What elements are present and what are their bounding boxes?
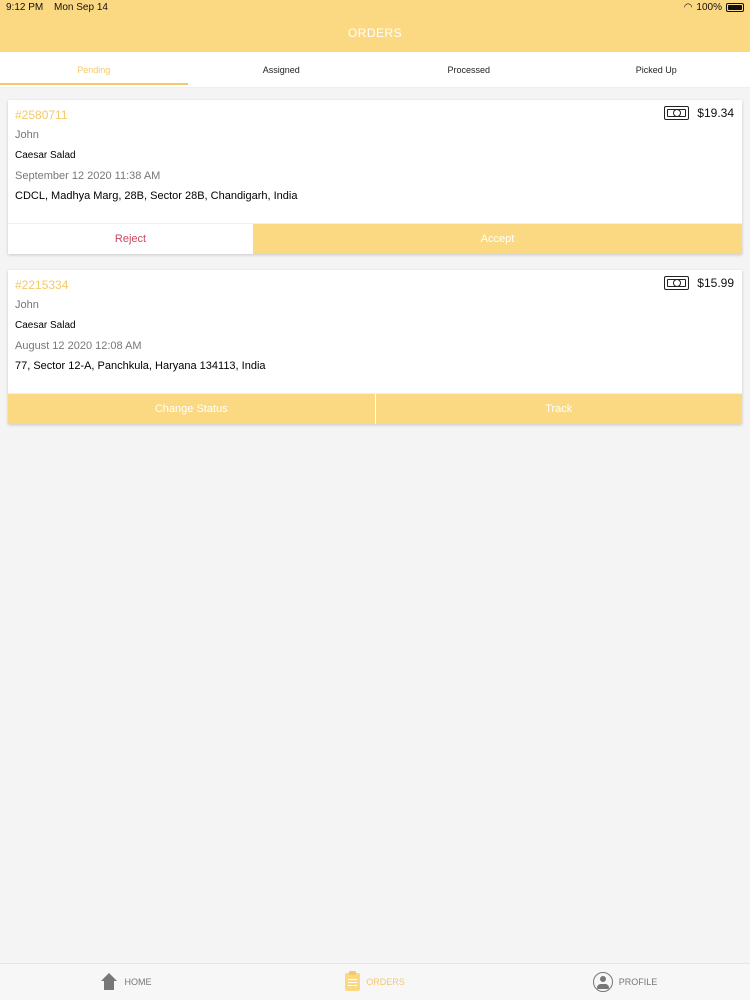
nav-orders-label: ORDERS: [366, 977, 405, 987]
order-actions: Reject Accept: [8, 223, 742, 254]
status-date: Mon Sep 14: [54, 2, 108, 13]
nav-profile-label: PROFILE: [618, 977, 658, 987]
nav-home[interactable]: HOME: [0, 964, 250, 1000]
nav-home-label: HOME: [124, 977, 152, 987]
tab-assigned[interactable]: Assigned: [188, 52, 376, 87]
order-address: CDCL, Madhya Marg, 28B, Sector 28B, Chan…: [15, 190, 298, 202]
track-button[interactable]: Track: [375, 394, 742, 424]
money-icon: [664, 106, 690, 120]
order-id: #2580711: [15, 108, 68, 122]
battery-icon: [726, 3, 744, 12]
order-address: 77, Sector 12-A, Panchkula, Haryana 1341…: [15, 360, 266, 372]
home-icon: [99, 973, 119, 991]
order-tabs: Pending Assigned Processed Picked Up: [0, 52, 750, 88]
nav-profile[interactable]: PROFILE: [500, 964, 750, 1000]
battery-percent: 100%: [696, 2, 722, 13]
order-item: Caesar Salad: [15, 320, 76, 331]
nav-orders[interactable]: ORDERS: [250, 964, 500, 1000]
order-actions: Change Status Track: [8, 393, 742, 424]
tab-processed[interactable]: Processed: [375, 52, 563, 87]
profile-icon: [592, 972, 613, 992]
reject-button[interactable]: Reject: [8, 224, 253, 254]
status-time: 9:12 PM: [6, 2, 44, 13]
order-date: September 12 2020 11:38 AM: [15, 170, 161, 182]
price-value: $19.34: [697, 106, 734, 120]
money-icon: [664, 276, 690, 290]
customer-name: John: [15, 129, 39, 141]
order-price: $15.99: [664, 276, 734, 290]
bottom-nav: HOME ORDERS PROFILE: [0, 963, 750, 1000]
tab-picked-up[interactable]: Picked Up: [563, 52, 750, 87]
price-value: $15.99: [697, 276, 734, 290]
customer-name: John: [15, 299, 39, 311]
order-card-1[interactable]: #2580711 $19.34 John Caesar Salad Septem…: [8, 100, 742, 254]
status-right: ◠ 100%: [684, 2, 744, 13]
accept-button[interactable]: Accept: [253, 224, 742, 254]
tab-pending[interactable]: Pending: [0, 52, 188, 87]
order-date: August 12 2020 12:08 AM: [15, 340, 142, 352]
order-price: $19.34: [664, 106, 734, 120]
page-title: ORDERS: [347, 26, 403, 40]
change-status-button[interactable]: Change Status: [8, 394, 376, 424]
status-left: 9:12 PM Mon Sep 14: [6, 2, 116, 13]
wifi-icon: ◠: [683, 2, 693, 13]
order-id: #2215334: [15, 278, 69, 292]
order-item: Caesar Salad: [15, 150, 76, 161]
order-card-2[interactable]: #2215334 $15.99 John Caesar Salad August…: [8, 270, 742, 424]
status-bar: 9:12 PM Mon Sep 14 ◠ 100%: [0, 0, 750, 16]
orders-icon: [345, 971, 361, 991]
